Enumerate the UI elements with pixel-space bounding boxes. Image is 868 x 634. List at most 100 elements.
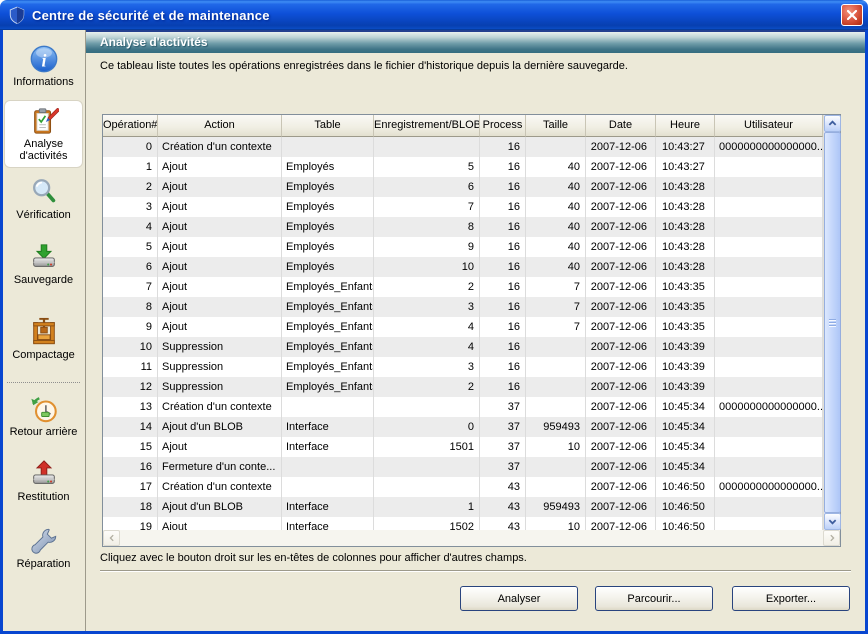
table-row[interactable]: 3AjoutEmployés716402007-12-0610:43:28 (103, 197, 823, 217)
table-row[interactable]: 9AjoutEmployés_Enfants41672007-12-0610:4… (103, 317, 823, 337)
cell: 1502 (374, 517, 480, 530)
cell: 10:45:34 (656, 457, 715, 477)
cell: 2007-12-06 (586, 477, 656, 497)
cell: Suppression (158, 357, 282, 377)
cell: 43 (480, 497, 526, 517)
sidebar-item-analyse-activites[interactable]: Analyse d'activités (4, 100, 83, 168)
table-row[interactable]: 8AjoutEmployés_Enfants31672007-12-0610:4… (103, 297, 823, 317)
cell: 16 (480, 257, 526, 277)
sidebar-item-retour-arriere[interactable]: Retour arrière (4, 394, 83, 438)
table-row[interactable]: 5AjoutEmployés916402007-12-0610:43:28 (103, 237, 823, 257)
vertical-scrollbar[interactable] (823, 115, 840, 530)
analyser-button[interactable]: Analyser (460, 586, 578, 611)
scroll-down-button[interactable] (824, 513, 841, 530)
table-row[interactable]: 6AjoutEmployés1016402007-12-0610:43:28 (103, 257, 823, 277)
column-header[interactable]: Process (480, 115, 526, 137)
cell: Création d'un contexte (158, 137, 282, 157)
table-row[interactable]: 1AjoutEmployés516402007-12-0610:43:27 (103, 157, 823, 177)
cell: 4 (374, 317, 480, 337)
cell: 2007-12-06 (586, 457, 656, 477)
cell: Employés_Enfants (282, 297, 374, 317)
cell: 40 (526, 197, 586, 217)
sidebar-item-informations[interactable]: i Informations (4, 44, 83, 88)
cell (715, 177, 823, 197)
table-row[interactable]: 19AjoutInterface150243102007-12-0610:46:… (103, 517, 823, 530)
horizontal-scrollbar[interactable] (103, 530, 840, 546)
cell: 10 (526, 517, 586, 530)
table-row[interactable]: 17Création d'un contexte432007-12-0610:4… (103, 477, 823, 497)
cell: 10:43:28 (656, 257, 715, 277)
cell: 1501 (374, 437, 480, 457)
cell (715, 517, 823, 530)
table-row[interactable]: 7AjoutEmployés_Enfants21672007-12-0610:4… (103, 277, 823, 297)
column-header[interactable]: Enregistrement/BLOB (374, 115, 480, 137)
cell: 10:43:28 (656, 177, 715, 197)
cell: Ajout (158, 297, 282, 317)
table-row[interactable]: 4AjoutEmployés816402007-12-0610:43:28 (103, 217, 823, 237)
cell: 5 (374, 157, 480, 177)
cell (526, 477, 586, 497)
cell (715, 357, 823, 377)
table-row[interactable]: 0Création d'un contexte162007-12-0610:43… (103, 137, 823, 157)
cell: 9 (103, 317, 158, 337)
cell: 9 (374, 237, 480, 257)
activity-table: Opération#ActionTableEnregistrement/BLOB… (102, 114, 841, 547)
svg-text:i: i (41, 51, 46, 71)
cell (715, 217, 823, 237)
window: Centre de sécurité et de maintenance i I… (0, 0, 868, 634)
table-row[interactable]: 16Fermeture d'un conte...372007-12-0610:… (103, 457, 823, 477)
close-button[interactable] (841, 4, 863, 26)
cell: Ajout (158, 437, 282, 457)
table-row[interactable]: 18Ajout d'un BLOBInterface1439594932007-… (103, 497, 823, 517)
cell (715, 297, 823, 317)
cell: 2007-12-06 (586, 257, 656, 277)
cell: 2007-12-06 (586, 377, 656, 397)
exporter-button[interactable]: Exporter... (732, 586, 850, 611)
cell: Ajout (158, 177, 282, 197)
cell: Employés (282, 217, 374, 237)
table-row[interactable]: 14Ajout d'un BLOBInterface0379594932007-… (103, 417, 823, 437)
cell: Interface (282, 437, 374, 457)
column-header[interactable]: Opération# (103, 115, 158, 137)
sidebar-item-compactage[interactable]: Compactage (4, 317, 83, 361)
cell: 2007-12-06 (586, 237, 656, 257)
sidebar-item-sauvegarde[interactable]: Sauvegarde (4, 242, 83, 286)
cell (715, 237, 823, 257)
sidebar-item-reparation[interactable]: Réparation (4, 526, 83, 570)
scroll-left-button[interactable] (103, 530, 120, 546)
cell: 7 (526, 297, 586, 317)
sidebar-item-restitution[interactable]: Restitution (4, 459, 83, 503)
cell: 10:43:27 (656, 137, 715, 157)
scroll-up-button[interactable] (824, 115, 841, 132)
table-row[interactable]: 15AjoutInterface150137102007-12-0610:45:… (103, 437, 823, 457)
sidebar-item-label: Analyse d'activités (5, 138, 82, 162)
column-header[interactable]: Utilisateur (715, 115, 823, 137)
disk-download-icon (29, 242, 59, 272)
cell (715, 437, 823, 457)
cell: 0 (374, 417, 480, 437)
cell: 2 (374, 377, 480, 397)
table-row[interactable]: 13Création d'un contexte372007-12-0610:4… (103, 397, 823, 417)
sidebar-item-verification[interactable]: Vérification (4, 177, 83, 221)
table-row[interactable]: 2AjoutEmployés616402007-12-0610:43:28 (103, 177, 823, 197)
table-row[interactable]: 10SuppressionEmployés_Enfants4162007-12-… (103, 337, 823, 357)
column-header[interactable]: Action (158, 115, 282, 137)
column-header[interactable]: Heure (656, 115, 715, 137)
cell: 40 (526, 257, 586, 277)
scroll-right-button[interactable] (823, 530, 840, 546)
column-header[interactable]: Date (586, 115, 656, 137)
scroll-thumb[interactable] (824, 132, 841, 513)
parcourir-button[interactable]: Parcourir... (595, 586, 713, 611)
table-row[interactable]: 11SuppressionEmployés_Enfants3162007-12-… (103, 357, 823, 377)
cell: Ajout (158, 237, 282, 257)
cell: 2007-12-06 (586, 337, 656, 357)
chevron-right-icon (828, 534, 836, 542)
sidebar-separator (7, 382, 80, 383)
cell (374, 397, 480, 417)
column-header[interactable]: Taille (526, 115, 586, 137)
cell: 19 (103, 517, 158, 530)
column-header[interactable]: Table (282, 115, 374, 137)
cell (715, 317, 823, 337)
table-row[interactable]: 12SuppressionEmployés_Enfants2162007-12-… (103, 377, 823, 397)
sidebar-item-label: Informations (13, 76, 74, 88)
